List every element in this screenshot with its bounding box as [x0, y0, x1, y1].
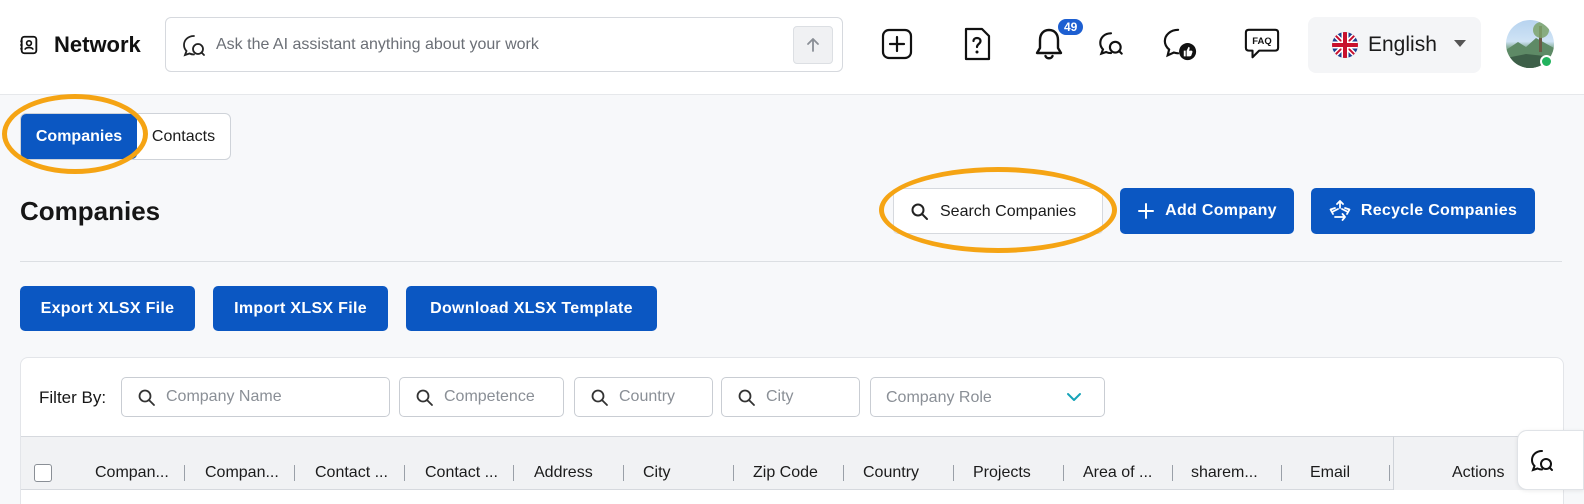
language-label: English	[1368, 33, 1437, 56]
search-companies-button[interactable]: Search Companies	[893, 188, 1103, 234]
search-icon	[416, 389, 433, 406]
filter-by-label: Filter By:	[39, 388, 107, 407]
import-xlsx-button[interactable]: Import XLSX File	[213, 286, 388, 331]
column-resizer[interactable]	[843, 465, 844, 481]
column-resizer[interactable]	[184, 465, 185, 481]
ai-chat-button[interactable]	[1093, 26, 1129, 62]
column-resizer[interactable]	[1389, 465, 1390, 481]
download-xlsx-template-button[interactable]: Download XLSX Template	[406, 286, 657, 331]
chat-bubble-icon	[1099, 32, 1123, 56]
chat-bubble-icon	[1530, 450, 1553, 472]
search-icon	[138, 389, 155, 406]
plus-icon	[1138, 203, 1155, 219]
tab-contacts[interactable]: Contacts	[137, 114, 230, 159]
ai-chat-icon	[183, 35, 205, 57]
city-filter[interactable]	[721, 377, 860, 417]
help-button[interactable]	[959, 26, 995, 62]
competence-filter[interactable]	[399, 377, 564, 417]
page-title: Companies	[20, 196, 161, 226]
create-new-button[interactable]	[879, 26, 915, 62]
faq-icon-label: FAQ	[1252, 36, 1271, 47]
faq-icon: FAQ	[1244, 28, 1280, 59]
column-header-contact-2[interactable]: Contact ...	[425, 464, 498, 482]
table-header: Compan... Compan... Contact ... Contact …	[21, 436, 1563, 490]
competence-input[interactable]	[444, 384, 556, 410]
column-header-email[interactable]: Email	[1310, 464, 1350, 482]
section-divider	[20, 261, 1562, 262]
brand-name: Network	[54, 32, 141, 57]
country-input[interactable]	[619, 384, 707, 410]
search-icon	[911, 203, 928, 220]
column-header-company[interactable]: Compan...	[95, 464, 169, 482]
column-header-contact[interactable]: Contact ...	[315, 464, 388, 482]
country-filter[interactable]	[574, 377, 713, 417]
column-header-sharem[interactable]: sharem...	[1191, 464, 1258, 482]
feedback-button[interactable]	[1162, 26, 1198, 62]
column-resizer[interactable]	[1172, 465, 1173, 481]
notification-count-badge: 49	[1056, 17, 1086, 37]
column-resizer[interactable]	[404, 465, 405, 481]
ai-assistant-box[interactable]	[165, 17, 843, 72]
add-company-button[interactable]: Add Company	[1120, 188, 1294, 234]
column-header-zip-code[interactable]: Zip Code	[753, 464, 818, 482]
recycle-icon	[1329, 200, 1351, 221]
chevron-down-icon	[1067, 393, 1081, 401]
column-resizer[interactable]	[294, 465, 295, 481]
faq-button[interactable]: FAQ	[1244, 26, 1280, 62]
select-all-checkbox[interactable]	[34, 464, 52, 482]
column-header-company-2[interactable]: Compan...	[205, 464, 279, 482]
search-companies-label: Search Companies	[940, 203, 1077, 220]
company-name-filter[interactable]	[121, 377, 390, 417]
chat-like-icon	[1163, 28, 1197, 61]
view-tabs: Companies Contacts	[20, 113, 231, 160]
search-icon	[738, 389, 755, 406]
city-input[interactable]	[766, 384, 854, 410]
column-resizer[interactable]	[513, 465, 514, 481]
address-book-icon	[20, 35, 38, 55]
tab-companies[interactable]: Companies	[21, 114, 137, 159]
column-resizer[interactable]	[733, 465, 734, 481]
floating-chat-button[interactable]	[1517, 430, 1584, 490]
column-resizer[interactable]	[1281, 465, 1282, 481]
search-icon	[591, 389, 608, 406]
online-status-dot	[1540, 55, 1553, 68]
column-resizer[interactable]	[1063, 465, 1064, 481]
export-xlsx-button[interactable]: Export XLSX File	[20, 286, 195, 331]
column-header-projects[interactable]: Projects	[973, 464, 1031, 482]
caret-down-icon	[1454, 40, 1466, 47]
recycle-companies-button[interactable]: Recycle Companies	[1311, 188, 1535, 234]
language-selector[interactable]: English	[1308, 17, 1481, 73]
company-role-select[interactable]: Company Role	[870, 377, 1105, 417]
column-header-address[interactable]: Address	[534, 464, 593, 482]
column-header-city[interactable]: City	[643, 464, 671, 482]
arrow-up-icon	[807, 38, 819, 52]
brand[interactable]: Network	[18, 29, 141, 61]
column-header-area-of[interactable]: Area of ...	[1083, 464, 1152, 482]
plus-square-icon	[881, 28, 913, 60]
column-resizer[interactable]	[953, 465, 954, 481]
ai-assistant-input[interactable]	[216, 26, 786, 64]
recycle-companies-label: Recycle Companies	[1360, 202, 1518, 219]
column-header-actions: Actions	[1452, 464, 1505, 481]
column-resizer[interactable]	[623, 465, 624, 481]
help-document-icon	[964, 27, 991, 61]
uk-flag-icon	[1332, 32, 1358, 58]
add-company-label: Add Company	[1165, 202, 1277, 219]
column-header-country[interactable]: Country	[863, 464, 919, 482]
ai-send-button[interactable]	[793, 26, 833, 64]
company-role-placeholder: Company Role	[886, 389, 992, 406]
company-name-input[interactable]	[166, 384, 376, 410]
